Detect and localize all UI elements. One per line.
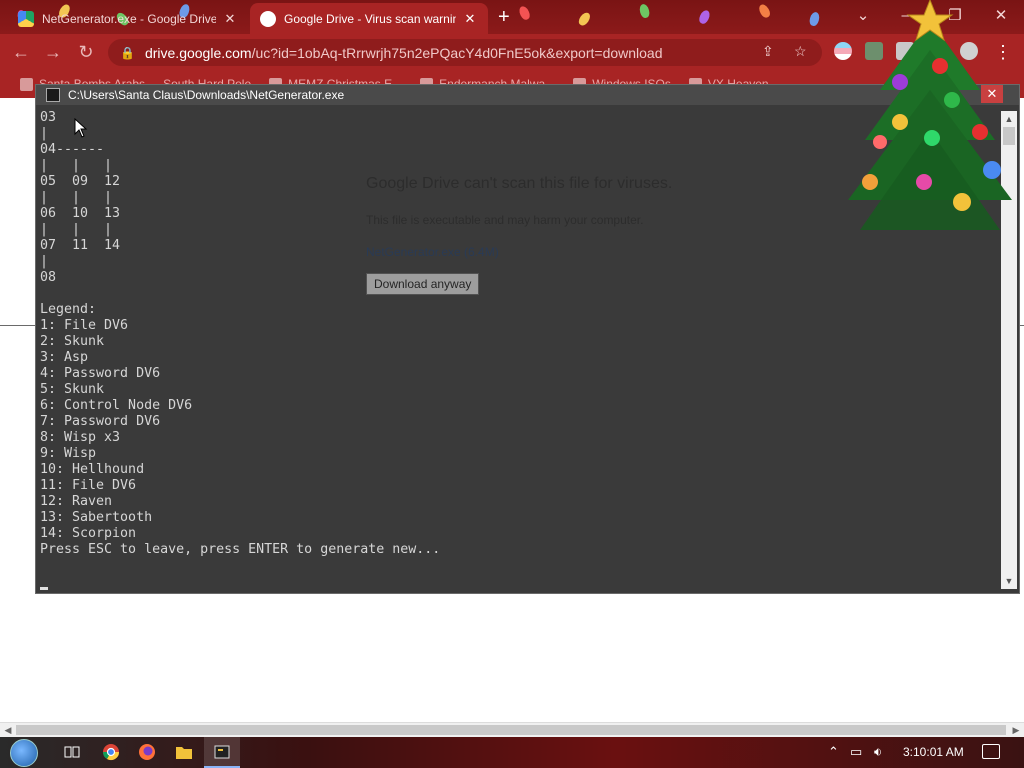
tab-virus-scan-warning[interactable]: Google Drive - Virus scan warning ✕: [250, 3, 488, 34]
url-host: drive.google.com: [144, 44, 252, 61]
tab-title: Google Drive - Virus scan warning: [284, 11, 456, 26]
scroll-left-icon[interactable]: ◀: [1, 723, 15, 737]
reload-icon[interactable]: ↻: [75, 41, 97, 63]
tab-title: NetGenerator.exe - Google Drive: [42, 11, 216, 26]
new-tab-button[interactable]: +: [498, 6, 510, 29]
mouse-pointer-icon: [74, 118, 88, 138]
christmas-light-icon: [576, 10, 593, 28]
console-title: C:\Users\Santa Claus\Downloads\NetGenera…: [68, 88, 345, 102]
tab-netgenerator-drive[interactable]: NetGenerator.exe - Google Drive ✕: [8, 3, 248, 34]
close-icon[interactable]: ✕: [462, 11, 478, 27]
taskbar-active-app[interactable]: [204, 737, 240, 768]
network-icon[interactable]: ▭: [850, 744, 862, 760]
console-output: 03 | 04------ | | | 05 09 12 | | | 06 10…: [40, 110, 441, 557]
christmas-light-icon: [517, 4, 532, 22]
scroll-right-icon[interactable]: ▶: [1009, 723, 1023, 737]
christmas-light-icon: [697, 8, 712, 26]
close-icon[interactable]: ✕: [222, 11, 238, 27]
bookmark-star-icon[interactable]: ☆: [794, 43, 807, 60]
text-cursor: [40, 587, 48, 590]
start-button[interactable]: [10, 739, 38, 767]
taskbar-clock[interactable]: 3:10:01 AM: [903, 745, 964, 759]
forward-icon[interactable]: →: [42, 41, 64, 63]
tray-overflow-icon[interactable]: ⌃: [828, 744, 839, 760]
christmas-tree-icon: [848, 0, 1012, 230]
console-app-icon: [213, 743, 231, 761]
page-horizontal-scrollbar[interactable]: ◀ ▶: [0, 722, 1024, 737]
taskbar: ⌃ ▭ 🔉︎ 3:10:01 AM: [0, 737, 1024, 768]
scroll-down-icon[interactable]: ▼: [1001, 573, 1017, 589]
chrome-icon[interactable]: [102, 743, 120, 761]
url-path: /uc?id=1obAq-tRrrwrjh75n2ePQacY4d0FnE5ok…: [251, 44, 663, 61]
share-icon[interactable]: ⇪: [762, 43, 774, 60]
back-icon[interactable]: ←: [10, 41, 32, 63]
google-drive-icon: [18, 10, 34, 27]
globe-icon: [260, 10, 276, 27]
christmas-light-icon: [638, 3, 651, 19]
file-explorer-icon[interactable]: [175, 743, 193, 761]
address-bar[interactable]: 🔒 drive.google.com /uc?id=1obAq-tRrrwrjh…: [108, 39, 822, 66]
firefox-icon[interactable]: [138, 743, 156, 761]
notifications-icon[interactable]: [982, 744, 1000, 759]
christmas-light-icon: [757, 2, 772, 20]
volume-icon[interactable]: 🔉︎: [874, 744, 882, 760]
bookmark-favicon-icon: [20, 77, 33, 91]
christmas-light-icon: [808, 11, 821, 27]
lock-icon: 🔒: [120, 45, 135, 60]
task-view-icon[interactable]: [63, 743, 81, 761]
scroll-thumb[interactable]: [16, 725, 1006, 735]
console-app-icon: [46, 88, 60, 102]
